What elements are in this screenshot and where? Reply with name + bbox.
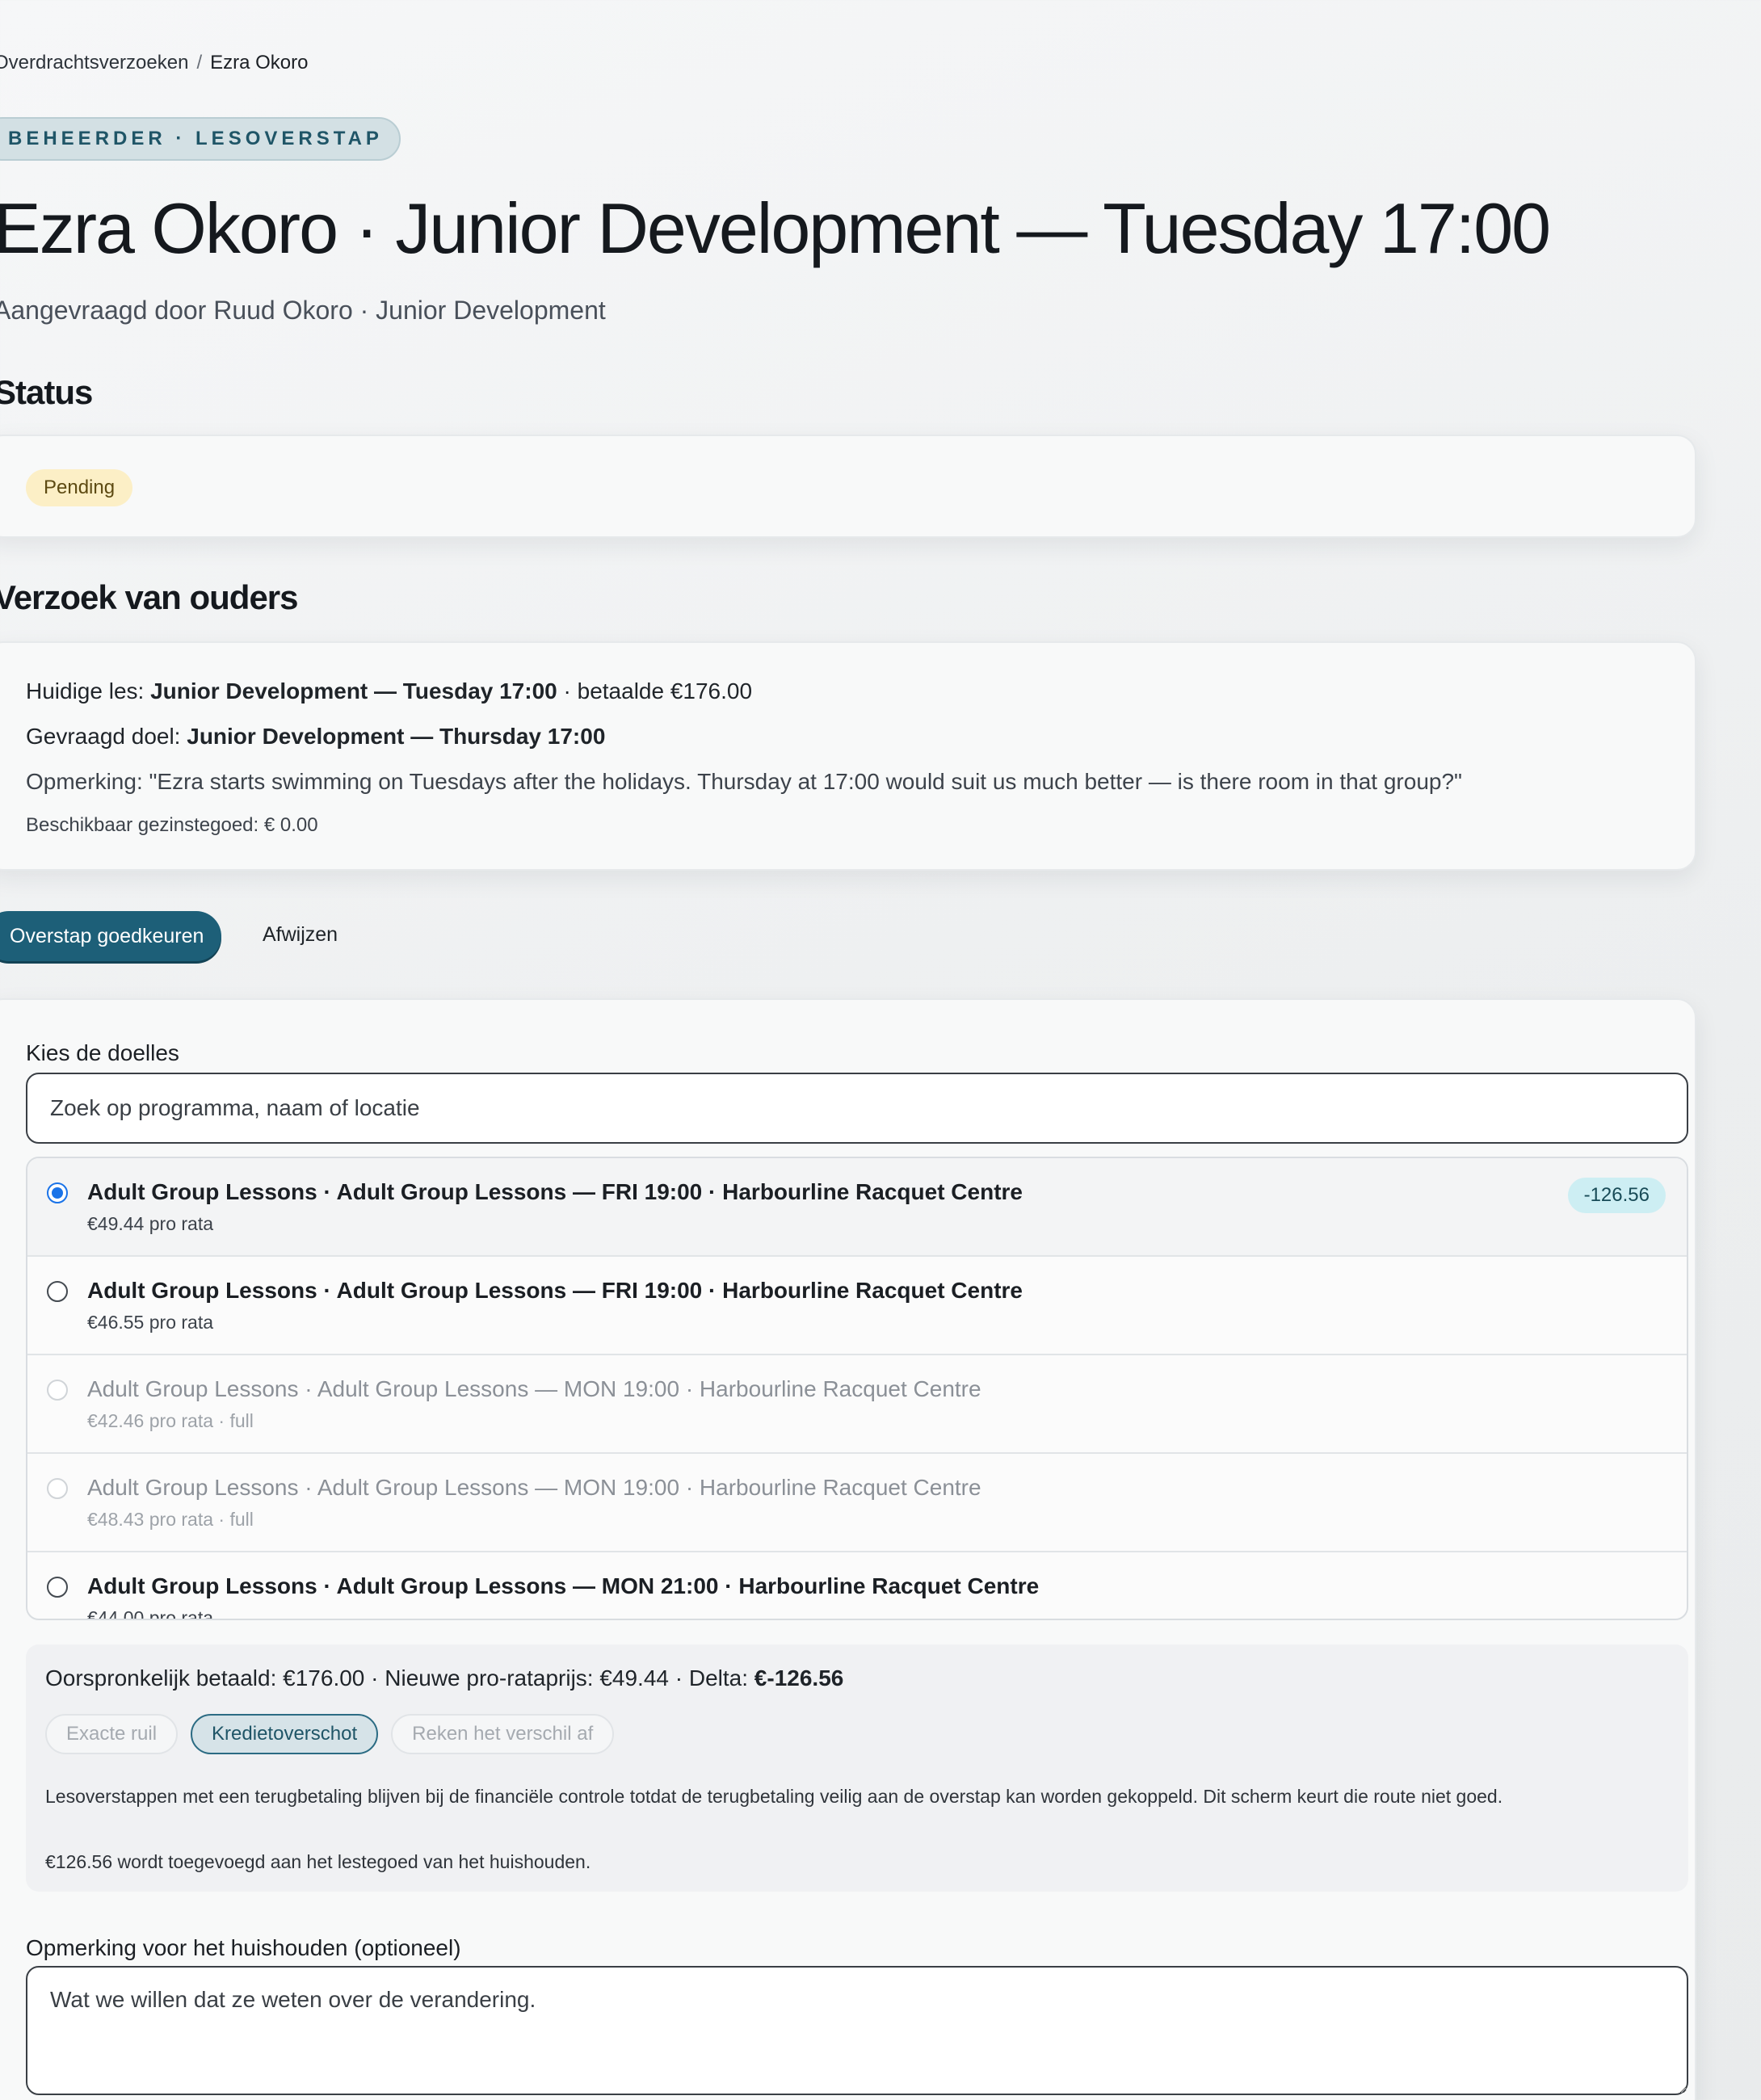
- page-title: Ezra Okoro · Junior Development — Tuesda…: [0, 188, 1551, 268]
- lesson-search-input[interactable]: [26, 1073, 1688, 1144]
- chip-settle-difference[interactable]: Reken het verschil af: [391, 1714, 615, 1754]
- section-eyebrow-badge: BEHEERDER · LESOVERSTAP: [0, 117, 401, 161]
- settlement-options: Exacte ruil Kredietoverschot Reken het v…: [45, 1714, 615, 1754]
- status-card: Pending: [0, 435, 1696, 538]
- chip-credit-surplus[interactable]: Kredietoverschot: [191, 1714, 379, 1754]
- credit-note: €126.56 wordt toegevoegd aan het lestego…: [45, 1851, 591, 1872]
- radio-button[interactable]: [47, 1577, 68, 1598]
- lesson-option-title: Adult Group Lessons · Adult Group Lesson…: [87, 1278, 1023, 1303]
- current-lesson-label: Huidige les:: [26, 678, 145, 704]
- breadcrumb: Overdrachtsverzoeken / Ezra Okoro: [0, 52, 309, 74]
- price-summary-line: Oorspronkelijk betaald: €176.00 · Nieuwe…: [45, 1665, 843, 1691]
- radio-button[interactable]: [47, 1182, 68, 1203]
- refund-note: Lesoverstappen met een terugbetaling bli…: [45, 1786, 1503, 1807]
- parent-remark: Opmerking: "Ezra starts swimming on Tues…: [26, 769, 1462, 794]
- page: Overdrachtsverzoeken / Ezra Okoro BEHEERDE…: [0, 0, 1761, 2100]
- lesson-option-title: Adult Group Lessons · Adult Group Lesson…: [87, 1179, 1023, 1204]
- lesson-option-price: €48.43 pro rata · full: [87, 1509, 254, 1530]
- target-lesson-label: Kies de doelles: [26, 1040, 179, 1065]
- lesson-option[interactable]: Adult Group Lessons · Adult Group Lesson…: [27, 1552, 1687, 1620]
- breadcrumb-current: Ezra Okoro: [210, 52, 309, 74]
- current-lesson-value: Junior Development — Tuesday 17:00: [150, 678, 557, 704]
- lesson-option[interactable]: Adult Group Lessons · Adult Group Lesson…: [27, 1257, 1687, 1355]
- lesson-option-price: €44.00 pro rata: [87, 1607, 214, 1620]
- lesson-option-title: Adult Group Lessons · Adult Group Lesson…: [87, 1376, 981, 1401]
- status-badge: Pending: [26, 469, 133, 506]
- lesson-option-title: Adult Group Lessons · Adult Group Lesson…: [87, 1475, 981, 1500]
- approve-transfer-button[interactable]: Overstap goedkeuren: [0, 911, 222, 961]
- current-lesson-line: Huidige les: Junior Development — Tuesda…: [26, 678, 752, 704]
- current-lesson-paid: · betaalde €176.00: [563, 678, 753, 704]
- target-lesson-list[interactable]: Adult Group Lessons · Adult Group Lesson…: [26, 1157, 1688, 1620]
- lesson-option-title: Adult Group Lessons · Adult Group Lesson…: [87, 1573, 1040, 1598]
- lesson-option-price: €49.44 pro rata: [87, 1213, 214, 1234]
- price-summary-panel: Oorspronkelijk betaald: €176.00 · Nieuwe…: [26, 1644, 1688, 1892]
- lesson-option-price: €42.46 pro rata · full: [87, 1410, 254, 1431]
- price-summary-text: Oorspronkelijk betaald: €176.00 · Nieuwe…: [45, 1665, 754, 1690]
- request-heading: Verzoek van ouders: [0, 578, 299, 616]
- request-card: Huidige les: Junior Development — Tuesda…: [0, 641, 1696, 871]
- lesson-option-disabled: Adult Group Lessons · Adult Group Lesson…: [27, 1454, 1687, 1552]
- breadcrumb-parent-link[interactable]: Overdrachtsverzoeken: [0, 52, 188, 74]
- radio-button[interactable]: [47, 1281, 68, 1302]
- household-note-textarea[interactable]: [26, 1966, 1688, 2095]
- transfer-form-card: Kies de doelles Adult Group Lessons · Ad…: [0, 998, 1696, 2100]
- lesson-option-price: €46.55 pro rata: [87, 1312, 214, 1333]
- status-heading: Status: [0, 373, 93, 411]
- breadcrumb-separator: /: [196, 52, 203, 74]
- lesson-option[interactable]: Adult Group Lessons · Adult Group Lesson…: [27, 1158, 1687, 1257]
- requested-target-label: Gevraagd doel:: [26, 724, 181, 749]
- delta-badge: -126.56: [1567, 1178, 1666, 1213]
- reject-button[interactable]: Afwijzen: [263, 923, 338, 947]
- price-delta-value: €-126.56: [754, 1665, 844, 1690]
- family-credit: Beschikbaar gezinstegoed: € 0.00: [26, 814, 318, 836]
- requested-target-line: Gevraagd doel: Junior Development — Thur…: [26, 724, 605, 750]
- requested-target-value: Junior Development — Thursday 17:00: [187, 724, 606, 749]
- page-subtitle: Aangevraagd door Ruud Okoro · Junior Dev…: [0, 296, 606, 325]
- lesson-option-disabled: Adult Group Lessons · Adult Group Lesson…: [27, 1355, 1687, 1454]
- chip-exact-swap[interactable]: Exacte ruil: [45, 1714, 179, 1754]
- radio-button: [47, 1380, 68, 1401]
- household-note-label: Opmerking voor het huishouden (optioneel…: [26, 1935, 461, 1960]
- radio-button: [47, 1478, 68, 1499]
